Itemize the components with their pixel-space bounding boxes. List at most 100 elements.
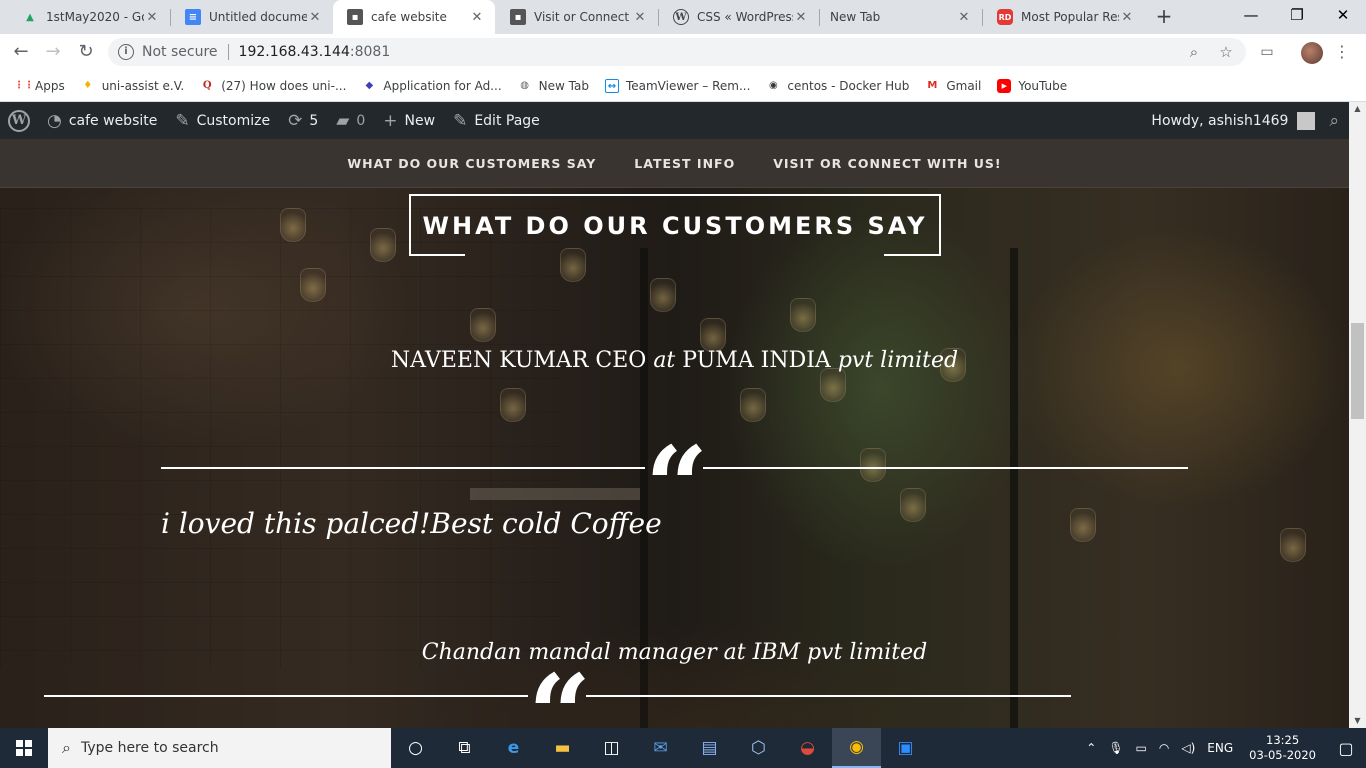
clock[interactable]: 13:25 03-05-2020: [1249, 733, 1316, 763]
address-bar[interactable]: i Not secure 192.168.43.144:8081 ⌕ ☆: [108, 38, 1246, 66]
tab-title: 1stMay2020 - Goo: [46, 10, 144, 24]
bookmarks-bar: ⋮⋮ Apps ♦ uni-assist e.V. Q (27) How does u…: [0, 70, 1366, 102]
close-tab-icon[interactable]: ✕: [307, 10, 323, 25]
bookmark-star-icon[interactable]: ☆: [1216, 42, 1236, 62]
nav-visit-connect[interactable]: VISIT OR CONNECT WITH US!: [773, 156, 1001, 171]
edit-page-link[interactable]: ✎ Edit Page: [444, 102, 549, 139]
bookmark-youtube[interactable]: ▶ YouTube: [997, 78, 1067, 93]
start-button[interactable]: [0, 728, 48, 768]
google-docs-icon: ≡: [185, 9, 201, 25]
centos-icon: ◉: [769, 79, 778, 91]
tab-title: cafe website: [371, 10, 447, 24]
security-label: Not secure: [142, 44, 218, 60]
bookmark-gmail[interactable]: M Gmail: [925, 79, 981, 93]
bookmark-uni-assist[interactable]: ♦ uni-assist e.V.: [81, 79, 184, 93]
close-tab-icon[interactable]: ✕: [469, 10, 485, 25]
nav-latest-info[interactable]: LATEST INFO: [634, 156, 735, 171]
close-tab-icon[interactable]: ✕: [144, 10, 160, 25]
apps-grid-icon: ⋮⋮: [14, 79, 34, 91]
language-indicator[interactable]: ENG: [1207, 741, 1233, 755]
close-window-button[interactable]: ✕: [1320, 0, 1366, 32]
bookmark-apps[interactable]: ⋮⋮ Apps: [14, 79, 65, 93]
taskbar-search-input[interactable]: ⌕ Type here to search: [48, 728, 391, 768]
microphone-icon[interactable]: 🎙: [1108, 741, 1123, 755]
chrome-icon[interactable]: ◉: [832, 728, 881, 768]
cortana-icon[interactable]: ○: [391, 728, 440, 768]
scrollbar-thumb[interactable]: [1351, 323, 1364, 419]
file-explorer-icon[interactable]: ▬: [538, 728, 587, 768]
network-icon[interactable]: ▤: [685, 728, 734, 768]
maximize-button[interactable]: ❐: [1274, 0, 1320, 32]
close-tab-icon[interactable]: ✕: [632, 10, 648, 25]
tab-6[interactable]: New Tab ✕: [820, 0, 982, 34]
divider-line: [703, 467, 1188, 469]
customize-link[interactable]: ✎ Customize: [166, 102, 279, 139]
plus-icon: +: [383, 110, 398, 131]
url-text[interactable]: 192.168.43.144:8081: [239, 44, 391, 60]
bookmark-quora[interactable]: Q (27) How does uni-...: [200, 79, 347, 93]
bookmark-new-tab[interactable]: ◍ New Tab: [518, 79, 589, 93]
section-title: WHAT DO OUR CUSTOMERS SAY: [422, 212, 928, 240]
back-button[interactable]: ←: [9, 40, 33, 64]
avatar[interactable]: [1301, 42, 1323, 64]
nav-customers-say[interactable]: WHAT DO OUR CUSTOMERS SAY: [347, 156, 596, 171]
battery-icon[interactable]: ▭: [1136, 741, 1147, 755]
testimonial-author: NAVEEN KUMAR CEO at PUMA INDIA pvt limit…: [390, 348, 959, 373]
cast-icon[interactable]: ▭: [1256, 41, 1278, 63]
tab-title: New Tab: [830, 10, 881, 24]
tab-strip: ▲ 1stMay2020 - Goo ✕ ≡ Untitled document…: [0, 0, 1366, 34]
chevron-up-icon[interactable]: ⌃: [1086, 741, 1096, 755]
close-tab-icon[interactable]: ✕: [793, 10, 809, 25]
close-tab-icon[interactable]: ✕: [1119, 10, 1135, 25]
globe-icon: ◍: [520, 79, 529, 91]
teamviewer-icon: ↔: [604, 78, 619, 93]
page-scrollbar[interactable]: ▲ ▼: [1349, 102, 1366, 728]
tab-title: CSS « WordPress C: [697, 10, 793, 24]
tab-3-active[interactable]: ▪ cafe website ✕: [333, 0, 495, 34]
tab-7[interactable]: RD Most Popular Rest ✕: [983, 0, 1145, 34]
comments-link[interactable]: ▰ 0: [327, 102, 374, 139]
avatar[interactable]: [1297, 111, 1316, 130]
updates-link[interactable]: ⟳ 5: [279, 102, 327, 139]
refresh-icon: ⟳: [288, 110, 303, 131]
bookmark-teamviewer[interactable]: ↔ TeamViewer – Rem...: [604, 78, 750, 93]
info-icon[interactable]: i: [118, 44, 134, 60]
divider-line: [586, 695, 1071, 697]
wifi-icon[interactable]: ◠: [1159, 741, 1169, 755]
tab-5[interactable]: W CSS « WordPress C ✕: [659, 0, 819, 34]
diamond-icon: ◆: [365, 79, 374, 91]
google-drive-icon: ▲: [26, 11, 34, 23]
zoom-icon[interactable]: ⌕: [1184, 42, 1204, 62]
user-account-link[interactable]: Howdy, ashish1469: [1142, 102, 1288, 139]
tab-title: Visit or Connect w: [534, 10, 632, 24]
bookmark-application[interactable]: ◆ Application for Ad...: [362, 79, 502, 93]
forward-button[interactable]: →: [41, 40, 65, 64]
new-content-link[interactable]: + New: [374, 102, 444, 139]
reload-button[interactable]: ↻: [74, 40, 98, 64]
task-view-icon[interactable]: ⧉: [440, 728, 489, 768]
minimize-button[interactable]: —: [1228, 0, 1274, 32]
close-tab-icon[interactable]: ✕: [956, 10, 972, 25]
edge-icon[interactable]: e: [489, 728, 538, 768]
wordpress-icon[interactable]: W: [8, 109, 30, 132]
scroll-up-icon[interactable]: ▲: [1349, 102, 1366, 116]
virtualbox-icon[interactable]: ⬡: [734, 728, 783, 768]
app-icon[interactable]: ◒: [783, 728, 832, 768]
quote-icon: “: [528, 650, 592, 729]
notification-icon[interactable]: ▢: [1326, 739, 1366, 758]
menu-icon[interactable]: ⋮: [1334, 42, 1350, 62]
bookmark-docker-hub[interactable]: ◉ centos - Docker Hub: [766, 79, 909, 93]
zoom-app-icon[interactable]: ▣: [881, 728, 930, 768]
new-tab-button[interactable]: +: [1151, 4, 1177, 30]
tab-1[interactable]: ▲ 1stMay2020 - Goo ✕: [8, 0, 170, 34]
store-icon[interactable]: ◫: [587, 728, 636, 768]
tab-2[interactable]: ≡ Untitled document ✕: [171, 0, 333, 34]
youtube-icon: ▶: [997, 78, 1012, 93]
volume-icon[interactable]: ◁): [1181, 741, 1195, 755]
search-icon[interactable]: ⌕: [1329, 111, 1339, 131]
browser-toolbar: ← → ↻ i Not secure 192.168.43.144:8081 ⌕…: [0, 34, 1366, 70]
mail-icon[interactable]: ✉: [636, 728, 685, 768]
tab-4[interactable]: ▪ Visit or Connect w ✕: [496, 0, 658, 34]
site-name-link[interactable]: ◔ cafe website: [38, 102, 166, 139]
scroll-down-icon[interactable]: ▼: [1349, 714, 1366, 728]
